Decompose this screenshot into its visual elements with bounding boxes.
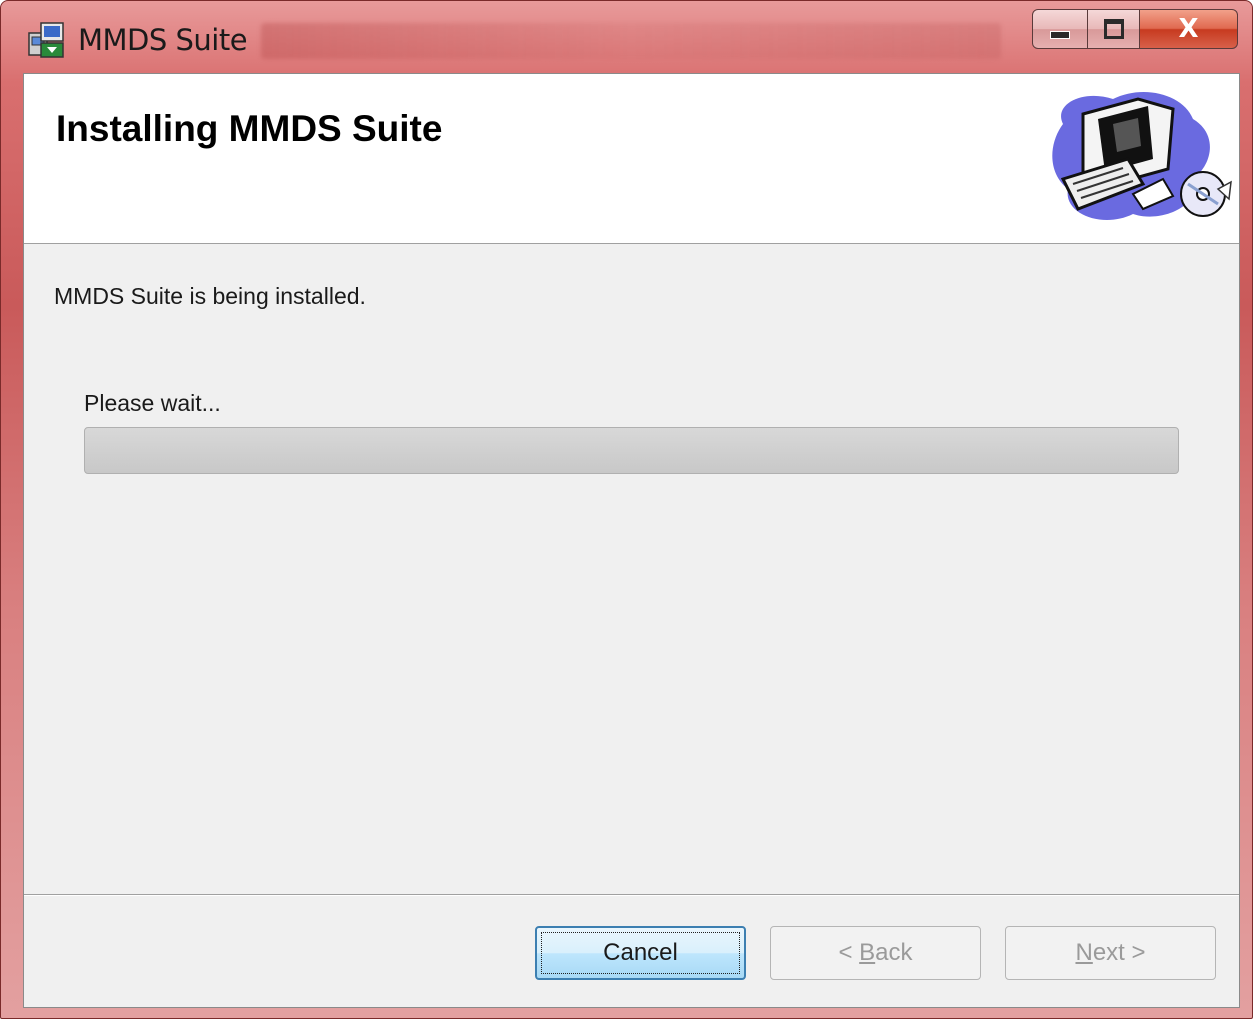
focus-ring <box>541 932 740 974</box>
back-arrow-icon: < <box>838 939 853 966</box>
back-button[interactable]: < Back <box>770 926 981 980</box>
window-title: MMDS Suite <box>78 23 248 57</box>
cancel-button[interactable]: Cancel <box>535 926 746 980</box>
installer-window: MMDS Suite X Installing MMDS Suite MMDS … <box>0 0 1253 1019</box>
footer-separator <box>24 894 1239 896</box>
close-icon: X <box>1178 14 1199 44</box>
minimize-button[interactable] <box>1032 9 1088 49</box>
title-bar-glass <box>261 23 1001 59</box>
maximize-button[interactable] <box>1088 9 1140 49</box>
progress-label: Please wait... <box>84 390 221 416</box>
next-arrow-icon: > <box>1131 939 1146 966</box>
page-title: Installing MMDS Suite <box>56 108 443 149</box>
maximize-icon <box>1103 19 1124 39</box>
install-progress-bar <box>84 427 1179 474</box>
header-banner: Installing MMDS Suite <box>24 74 1239 244</box>
title-bar[interactable]: MMDS Suite X <box>1 1 1252 73</box>
back-accelerator: B <box>859 939 876 966</box>
next-button-label: ext <box>1092 939 1125 966</box>
status-message: MMDS Suite is being installed. <box>54 283 366 309</box>
caption-buttons: X <box>1032 9 1238 49</box>
minimize-icon <box>1050 31 1070 39</box>
installer-package-icon <box>28 22 64 58</box>
computer-with-cd-illustration <box>1052 91 1232 220</box>
next-accelerator: N <box>1075 939 1093 966</box>
next-button[interactable]: Next > <box>1005 926 1216 980</box>
close-button[interactable]: X <box>1140 9 1238 49</box>
dialog-client-area: Installing MMDS Suite MMDS Suite is bein… <box>23 73 1240 1008</box>
back-button-label: ack <box>875 939 913 966</box>
